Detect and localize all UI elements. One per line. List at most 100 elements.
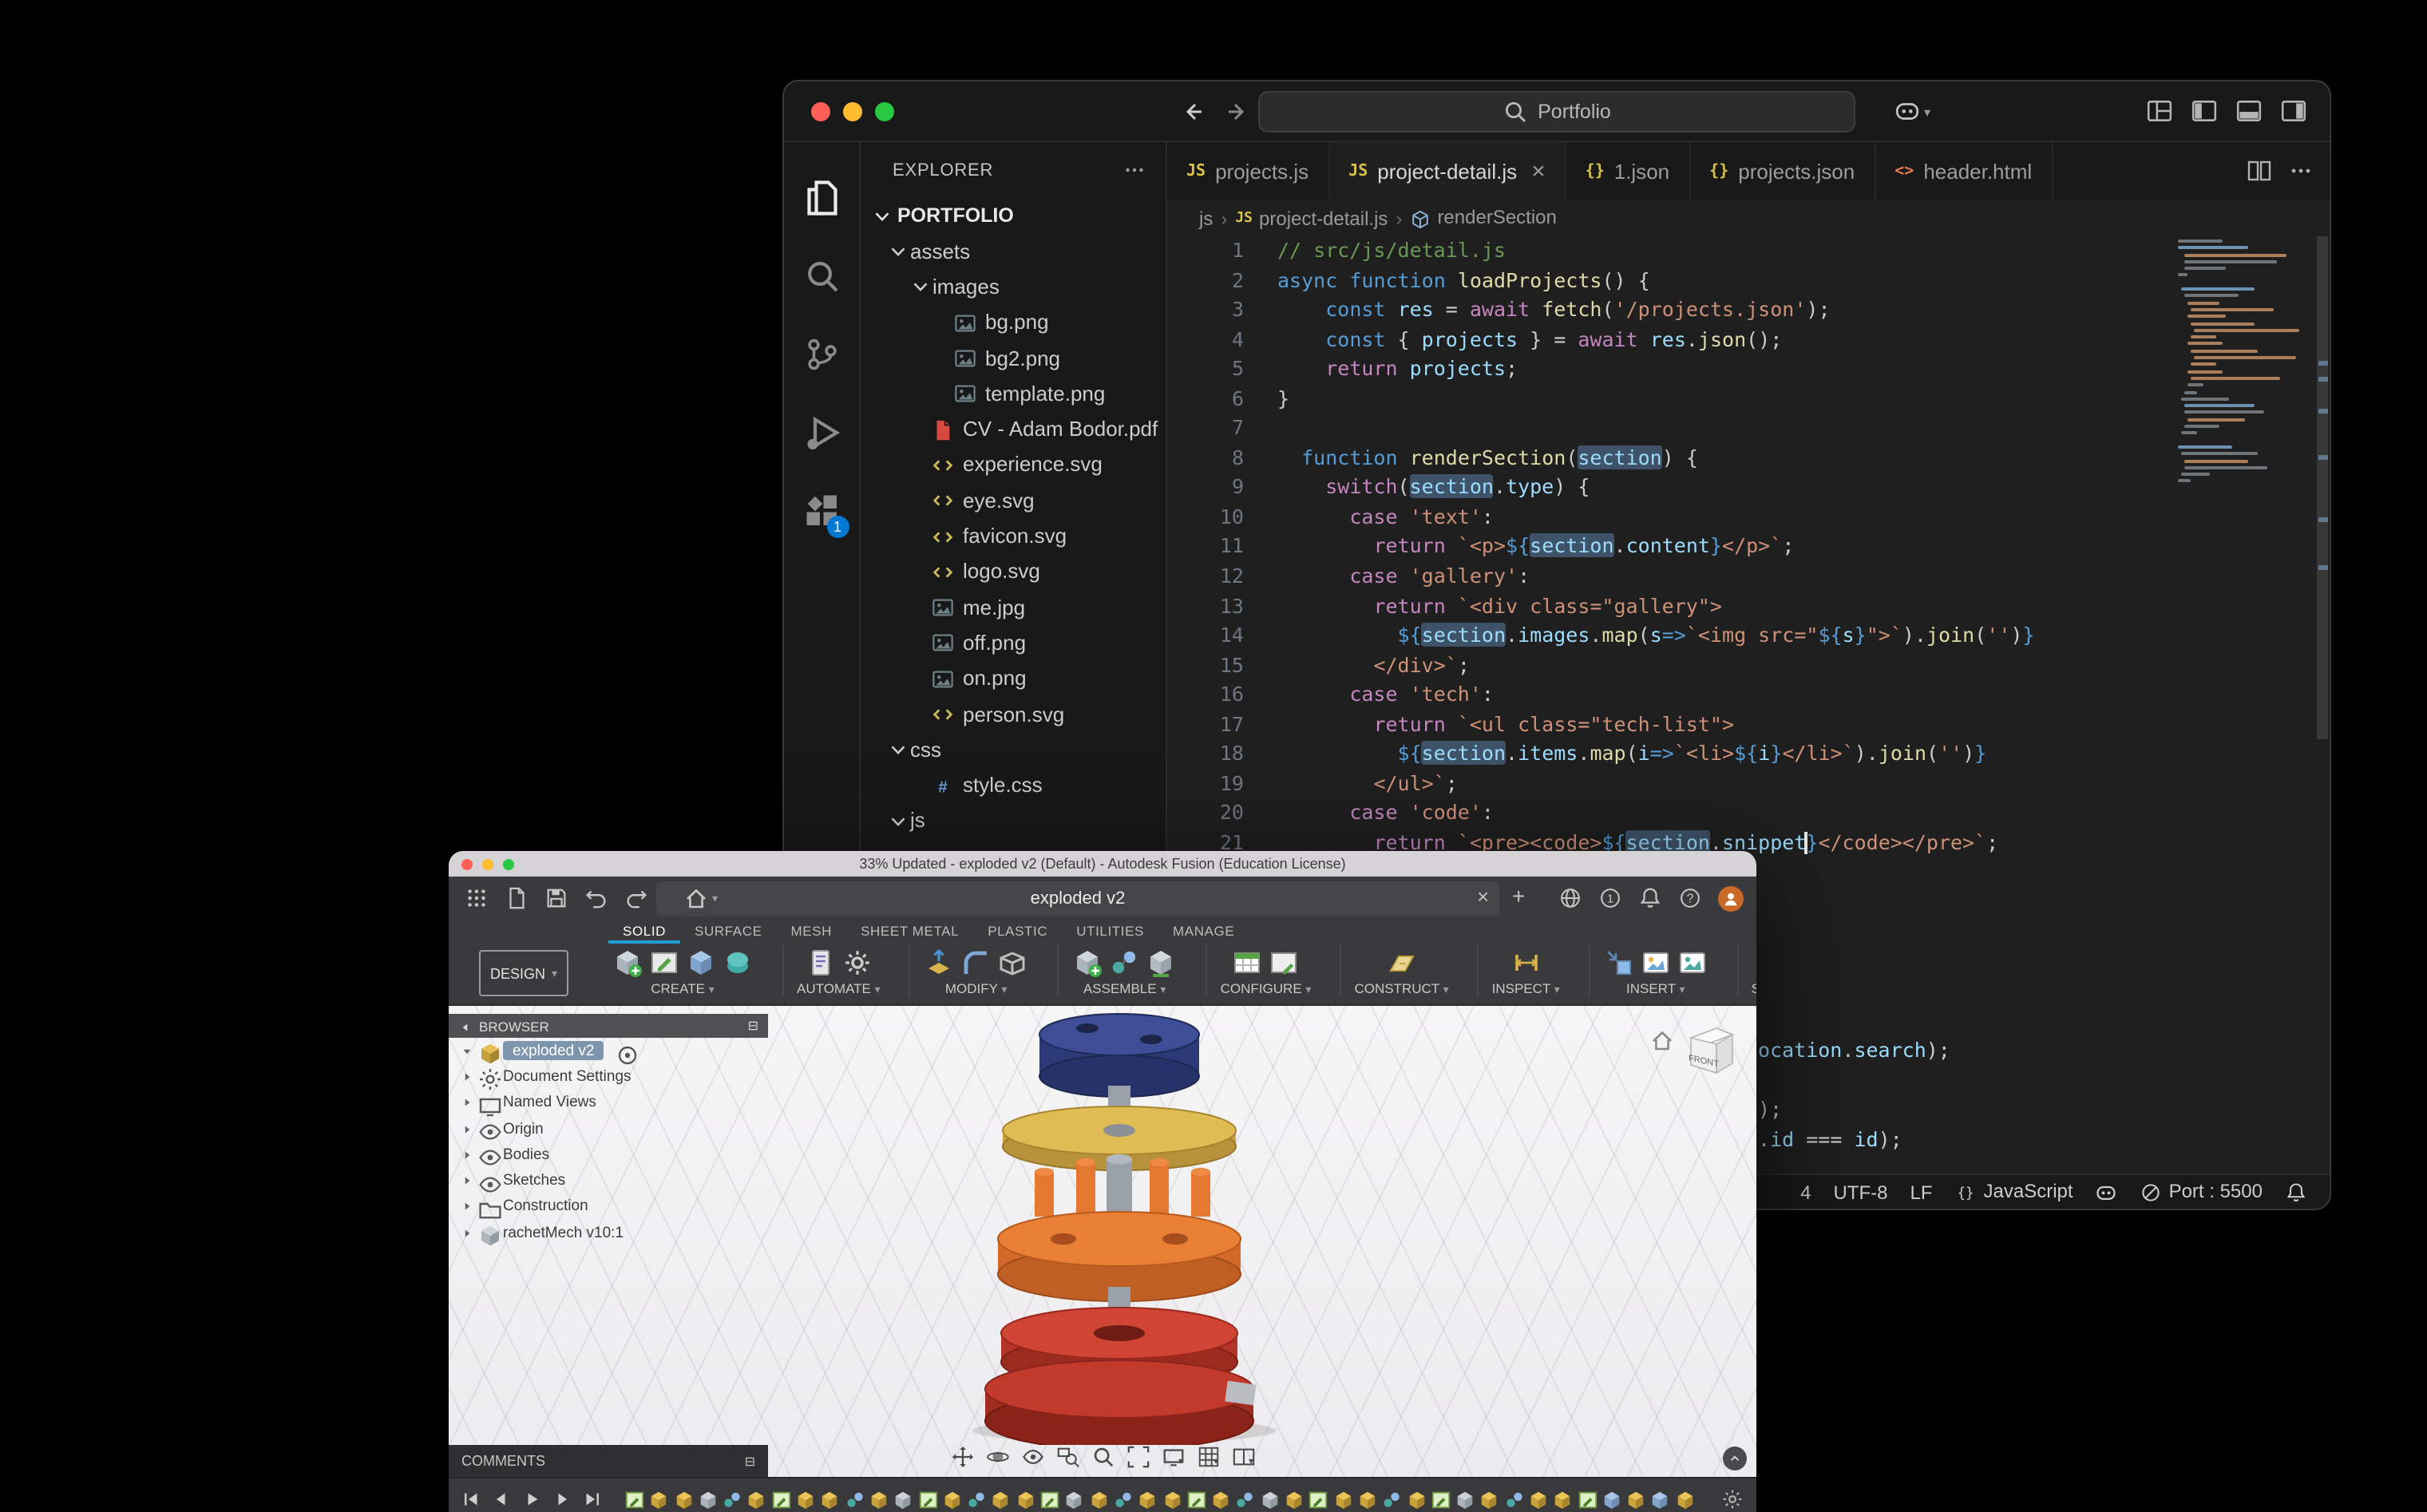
timeline-feature-joint[interactable]: [844, 1490, 865, 1510]
browser-item-bodies[interactable]: Bodies: [449, 1142, 768, 1168]
fusion-titlebar[interactable]: 33% Updated - exploded v2 (Default) - Au…: [449, 851, 1756, 877]
explorer-item-bg-png[interactable]: bg.png: [861, 304, 1166, 340]
timeline-feature-ext[interactable]: [746, 1490, 767, 1510]
eye-dark-icon[interactable]: [477, 1171, 501, 1192]
timeline-feature-ext[interactable]: [1357, 1490, 1378, 1510]
activate-component-radio[interactable]: [615, 1042, 637, 1064]
skip-start-button[interactable]: [461, 1486, 481, 1512]
config2-tool-icon[interactable]: [1269, 947, 1301, 979]
browser-item-sketches[interactable]: Sketches: [449, 1168, 768, 1194]
timeline-feature-ext[interactable]: [1406, 1490, 1427, 1510]
eye-dark-nav-icon[interactable]: [1020, 1443, 1044, 1472]
timeline-feature-ext[interactable]: [795, 1490, 816, 1510]
home-view-icon[interactable]: [1649, 1028, 1675, 1054]
sketch-tool-icon[interactable]: [648, 947, 680, 979]
help-icon[interactable]: ?: [1678, 885, 1702, 913]
timeline-feature-ext[interactable]: [991, 1490, 1012, 1510]
timeline-feature-sk[interactable]: [1039, 1490, 1060, 1510]
timeline-feature-comp[interactable]: [698, 1490, 719, 1510]
command-center-search[interactable]: Portfolio: [1258, 91, 1855, 133]
explorer-activity-button[interactable]: [784, 158, 860, 236]
explorer-item-css[interactable]: css: [861, 731, 1166, 767]
browser-item-rachetmech-v10-1[interactable]: rachetMech v10:1: [449, 1220, 768, 1246]
timeline-feature-ext[interactable]: [942, 1490, 963, 1510]
layout-icon[interactable]: [2146, 97, 2173, 126]
group-label[interactable]: INSERT ▾: [1626, 980, 1685, 996]
breadcrumb[interactable]: js › JS project-detail.js › renderSection: [1167, 200, 2330, 236]
browser-item-construction[interactable]: Construction: [449, 1194, 768, 1221]
ribbon-tab-utilities[interactable]: UTILITIES: [1062, 923, 1158, 944]
close-window-button[interactable]: [811, 102, 830, 121]
group-label[interactable]: CONSTRUCT ▾: [1354, 980, 1448, 996]
orbit-nav-icon[interactable]: [985, 1443, 1009, 1472]
search-nav-icon[interactable]: [1091, 1443, 1115, 1472]
split-editor-icon[interactable]: [2247, 156, 2272, 185]
timeline-feature-ext[interactable]: [1284, 1490, 1305, 1510]
project-root-folder[interactable]: PORTFOLIO: [861, 198, 1166, 233]
explorer-item-me-jpg[interactable]: me.jpg: [861, 589, 1166, 625]
status-item-port-5500[interactable]: Port : 5500: [2140, 1180, 2263, 1204]
timeline-feature-ext[interactable]: [1162, 1490, 1182, 1510]
copilot-menu[interactable]: ▾: [1894, 97, 1930, 126]
pan-nav-icon[interactable]: [950, 1443, 974, 1472]
step-fwd-button[interactable]: [552, 1486, 572, 1512]
browser-item-exploded-v2[interactable]: exploded v2: [449, 1038, 768, 1064]
timeline-feature-ext[interactable]: [869, 1490, 889, 1510]
ribbon-tab-manage[interactable]: MANAGE: [1158, 923, 1249, 944]
eye-dark-icon[interactable]: [477, 1119, 501, 1140]
minimize-window-button[interactable]: [482, 858, 493, 869]
back-button[interactable]: [1180, 97, 1206, 126]
scrollbar-thumb[interactable]: [2317, 236, 2328, 739]
canvas-tool-icon[interactable]: [1677, 947, 1708, 979]
group-label[interactable]: INSPECT ▾: [1492, 980, 1560, 996]
caret-right-icon[interactable]: [460, 1225, 477, 1240]
explorer-item-images[interactable]: images: [861, 269, 1166, 305]
file-icon[interactable]: [505, 885, 529, 913]
cube-gray-icon[interactable]: [477, 1223, 499, 1246]
ribbon-tab-plastic[interactable]: PLASTIC: [973, 923, 1062, 944]
explorer-item-style-css[interactable]: # style.css: [861, 767, 1166, 803]
editor-tab-projects-js[interactable]: JS projects.js: [1167, 142, 1330, 200]
shell-tool-icon[interactable]: [997, 947, 1029, 979]
status-item-bell[interactable]: [2285, 1180, 2307, 1204]
rigid-tool-icon[interactable]: [1146, 947, 1178, 979]
plane-tool-icon[interactable]: [1386, 947, 1418, 979]
appgrid-icon[interactable]: [465, 885, 489, 913]
bell-icon[interactable]: [1638, 885, 1662, 913]
dock-icon[interactable]: ⊟: [745, 1454, 755, 1468]
timeline-feature-comp[interactable]: [1455, 1490, 1475, 1510]
explorer-item-off-png[interactable]: off.png: [861, 625, 1166, 661]
vscode-titlebar[interactable]: Portfolio ▾: [784, 81, 2330, 142]
viewport-3d[interactable]: BROWSER ⊟ exploded v2 Document Settings Na…: [449, 1006, 1756, 1477]
decal-tool-icon[interactable]: [1640, 947, 1672, 979]
editor-tab-project-detail-js[interactable]: JS project-detail.js ×: [1329, 142, 1566, 200]
group-label[interactable]: MODIFY ▾: [945, 980, 1008, 996]
explorer-item-on-png[interactable]: on.png: [861, 660, 1166, 696]
browser-item-document-settings[interactable]: Document Settings: [449, 1064, 768, 1090]
caret-right-icon[interactable]: [460, 1174, 477, 1188]
timeline-feature-sk[interactable]: [1577, 1490, 1598, 1510]
save-icon[interactable]: [544, 885, 568, 913]
script-tool-icon[interactable]: [804, 947, 836, 979]
eye-dark-icon[interactable]: [477, 1146, 501, 1166]
caret-right-icon[interactable]: [460, 1200, 477, 1214]
status-item-javascript[interactable]: {} JavaScript: [1955, 1180, 2073, 1204]
explorer-actions-icon[interactable]: [1122, 158, 1146, 182]
timeline-feature-ext[interactable]: [1675, 1490, 1696, 1510]
more-actions-icon[interactable]: [2288, 156, 2314, 185]
assistant-button[interactable]: [1723, 1447, 1747, 1470]
group-label[interactable]: CONFIGURE ▾: [1221, 980, 1312, 996]
caret-down-icon[interactable]: [460, 1043, 477, 1058]
timeline-feature-comp[interactable]: [1064, 1490, 1085, 1510]
workspace-selector[interactable]: DESIGN ▾: [479, 950, 568, 996]
badge1-icon[interactable]: 1: [1598, 885, 1622, 913]
avatar[interactable]: [1718, 886, 1744, 912]
browser-header[interactable]: BROWSER ⊟: [449, 1014, 768, 1038]
timeline-feature-blue[interactable]: [1602, 1490, 1622, 1510]
group-label[interactable]: SELECT ▾: [1752, 980, 1756, 996]
close-document-icon[interactable]: ×: [1477, 886, 1489, 907]
timeline-feature-ext[interactable]: [649, 1490, 670, 1510]
redo-icon[interactable]: [624, 885, 648, 913]
search-activity-button[interactable]: [784, 236, 860, 315]
status-item-lf[interactable]: LF: [1910, 1181, 1932, 1203]
